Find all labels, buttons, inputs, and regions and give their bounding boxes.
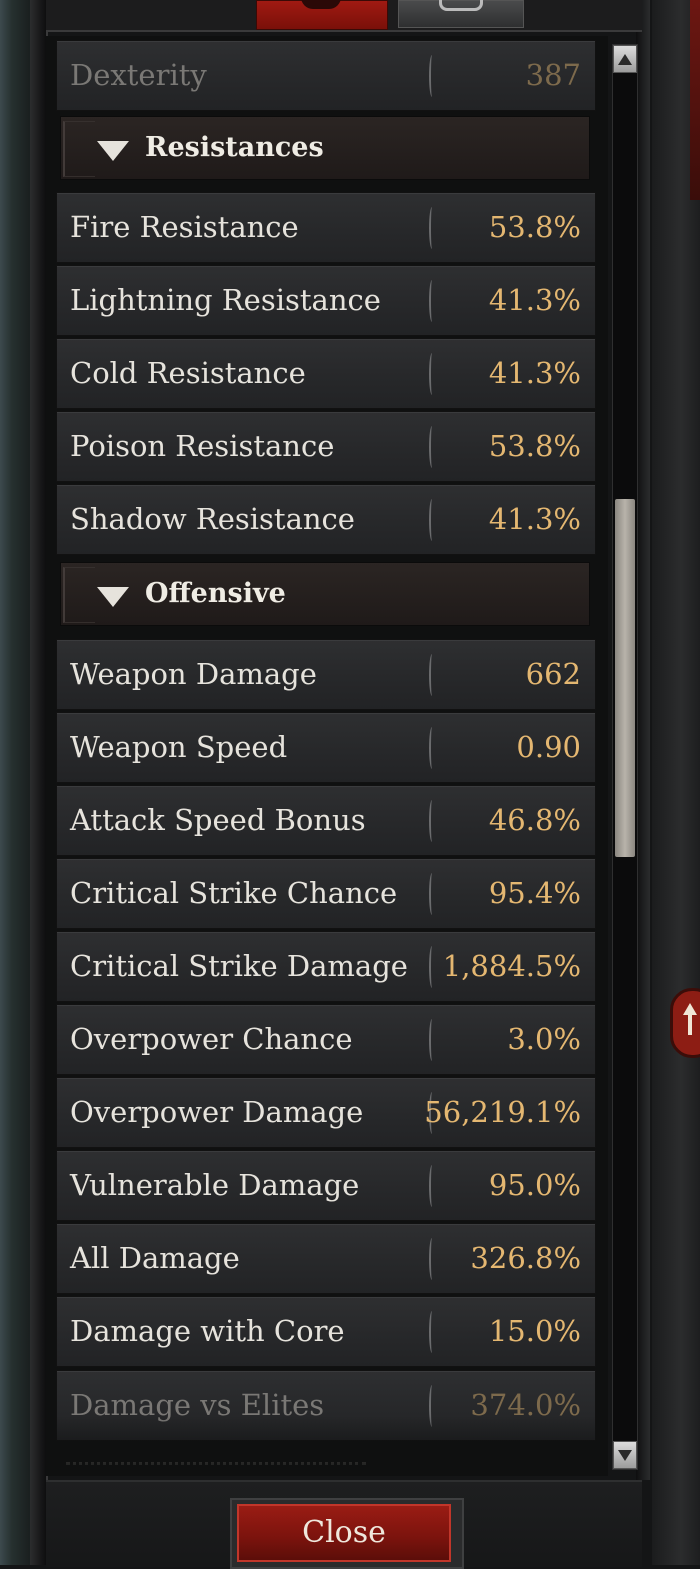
row-divider bbox=[429, 207, 435, 249]
row-divider bbox=[429, 1019, 435, 1061]
row-divider bbox=[429, 654, 435, 696]
side-arrow-button[interactable] bbox=[670, 988, 700, 1058]
stat-value: 53.8% bbox=[488, 210, 581, 244]
row-divider bbox=[429, 727, 435, 769]
row-divider bbox=[429, 499, 435, 541]
row-divider bbox=[429, 280, 435, 322]
stat-value: 662 bbox=[525, 657, 581, 691]
list-fade-overlay bbox=[46, 1416, 608, 1476]
row-divider bbox=[429, 800, 435, 842]
section-title: Offensive bbox=[145, 578, 286, 609]
stat-row-poison-resistance: Poison Resistance 53.8% bbox=[56, 411, 596, 482]
stat-label: All Damage bbox=[70, 1241, 240, 1275]
stat-label: Poison Resistance bbox=[70, 429, 335, 463]
stat-value: 387 bbox=[525, 58, 581, 92]
stat-label: Vulnerable Damage bbox=[70, 1168, 360, 1202]
stat-value: 15.0% bbox=[488, 1314, 581, 1348]
row-divider bbox=[429, 55, 435, 97]
section-header-offensive[interactable]: Offensive bbox=[60, 562, 590, 626]
arrow-stem bbox=[688, 1013, 692, 1035]
arrow-up-icon bbox=[618, 53, 632, 65]
stat-label: Lightning Resistance bbox=[70, 283, 381, 317]
stat-label: Critical Strike Chance bbox=[70, 876, 398, 910]
stat-row-damage-with-core: Damage with Core 15.0% bbox=[56, 1296, 596, 1367]
triangle-down-icon bbox=[97, 141, 129, 161]
inventory-tab-icon bbox=[439, 0, 483, 11]
stat-value: 53.8% bbox=[488, 429, 581, 463]
stat-row-critical-strike-damage: Critical Strike Damage 1,884.5% bbox=[56, 931, 596, 1002]
stat-value: 0.90 bbox=[516, 730, 581, 764]
stat-label: Weapon Speed bbox=[70, 730, 288, 764]
triangle-down-icon bbox=[97, 587, 129, 607]
tab-inventory[interactable] bbox=[398, 0, 524, 28]
stat-label: Critical Strike Damage bbox=[70, 949, 408, 983]
section-header-resistances[interactable]: Resistances bbox=[60, 116, 590, 180]
stat-row-fire-resistance: Fire Resistance 53.8% bbox=[56, 192, 596, 263]
scroll-thumb[interactable] bbox=[615, 499, 635, 857]
stat-label: Damage with Core bbox=[70, 1314, 345, 1348]
stats-list[interactable]: Dexterity 387 Resistances Fire Resistanc… bbox=[46, 36, 608, 1476]
background-right bbox=[652, 0, 700, 1565]
stat-value: 56,219.1% bbox=[424, 1095, 581, 1129]
stat-row-lightning-resistance: Lightning Resistance 41.3% bbox=[56, 265, 596, 336]
header-ornament bbox=[63, 567, 95, 623]
stat-row-vulnerable-damage: Vulnerable Damage 95.0% bbox=[56, 1150, 596, 1221]
scrollbar[interactable] bbox=[612, 44, 638, 1470]
panel-frame-right bbox=[636, 0, 650, 1480]
red-edge-decoration bbox=[690, 0, 700, 200]
stat-row-critical-strike-chance: Critical Strike Chance 95.4% bbox=[56, 858, 596, 929]
stat-value: 41.3% bbox=[488, 356, 581, 390]
stat-row-all-damage: All Damage 326.8% bbox=[56, 1223, 596, 1294]
section-title: Resistances bbox=[145, 132, 324, 163]
stat-value: 95.4% bbox=[488, 876, 581, 910]
panel-tabs bbox=[46, 0, 642, 32]
stat-label: Overpower Chance bbox=[70, 1022, 353, 1056]
character-tab-icon bbox=[301, 0, 341, 9]
stat-label: Attack Speed Bonus bbox=[70, 803, 366, 837]
stat-row-attack-speed-bonus: Attack Speed Bonus 46.8% bbox=[56, 785, 596, 856]
tab-character[interactable] bbox=[256, 0, 388, 30]
stat-label: Cold Resistance bbox=[70, 356, 306, 390]
stat-row-dexterity: Dexterity 387 bbox=[56, 40, 596, 111]
stat-row-weapon-damage: Weapon Damage 662 bbox=[56, 639, 596, 710]
stat-label: Weapon Damage bbox=[70, 657, 317, 691]
scroll-up-button[interactable] bbox=[613, 45, 637, 73]
scroll-down-button[interactable] bbox=[613, 1441, 637, 1469]
stat-value: 41.3% bbox=[488, 502, 581, 536]
row-divider bbox=[429, 946, 435, 988]
stat-value: 41.3% bbox=[488, 283, 581, 317]
stat-value: 326.8% bbox=[470, 1241, 581, 1275]
stat-value: 3.0% bbox=[507, 1022, 581, 1056]
stat-row-cold-resistance: Cold Resistance 41.3% bbox=[56, 338, 596, 409]
stat-row-overpower-chance: Overpower Chance 3.0% bbox=[56, 1004, 596, 1075]
header-ornament bbox=[63, 121, 95, 177]
stat-row-weapon-speed: Weapon Speed 0.90 bbox=[56, 712, 596, 783]
stat-value: 46.8% bbox=[488, 803, 581, 837]
stat-label: Overpower Damage bbox=[70, 1095, 364, 1129]
close-button[interactable]: Close bbox=[237, 1504, 451, 1562]
stat-value: 1,884.5% bbox=[442, 949, 581, 983]
stat-label: Dexterity bbox=[70, 58, 207, 92]
stat-value: 95.0% bbox=[488, 1168, 581, 1202]
row-divider bbox=[429, 1238, 435, 1280]
arrow-down-icon bbox=[618, 1449, 632, 1461]
stat-label: Fire Resistance bbox=[70, 210, 299, 244]
row-divider bbox=[429, 1165, 435, 1207]
row-divider bbox=[429, 426, 435, 468]
stat-row-shadow-resistance: Shadow Resistance 41.3% bbox=[56, 484, 596, 555]
row-divider bbox=[429, 873, 435, 915]
row-divider bbox=[429, 1311, 435, 1353]
stat-row-overpower-damage: Overpower Damage 56,219.1% bbox=[56, 1077, 596, 1148]
background-left bbox=[0, 0, 30, 1565]
row-divider bbox=[429, 353, 435, 395]
stat-label: Shadow Resistance bbox=[70, 502, 355, 536]
